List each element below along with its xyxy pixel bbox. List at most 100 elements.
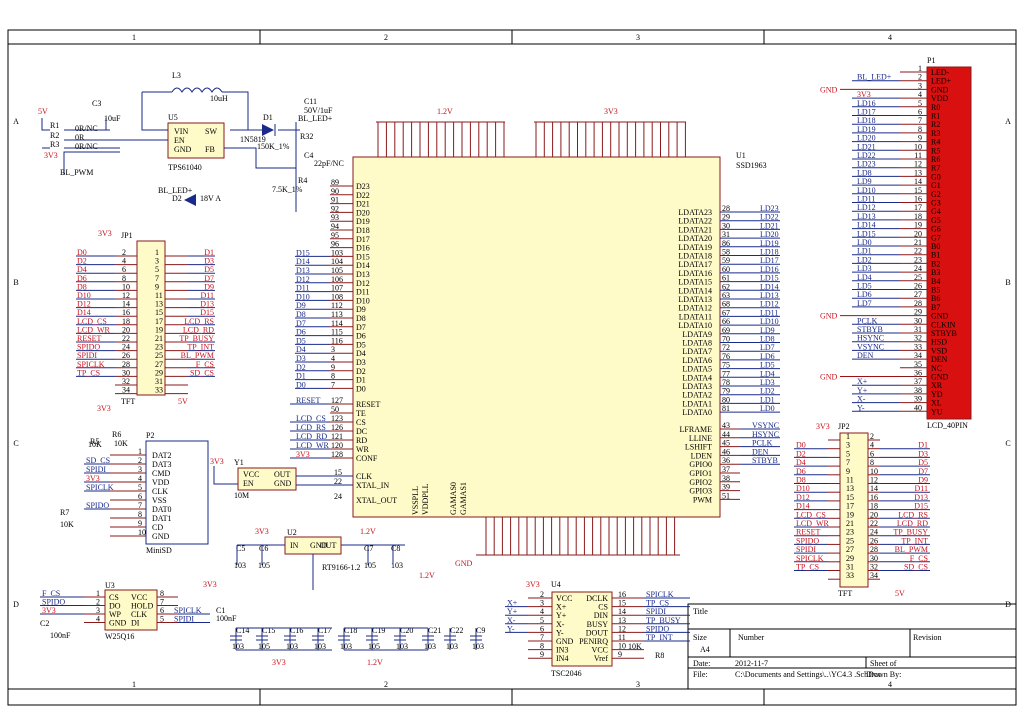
u4-net-Y-: Y- (507, 624, 515, 633)
p1-net-STBYB: STBYB (857, 325, 883, 334)
r7-ref: R7 (60, 508, 69, 517)
jp1-part: TFT (121, 397, 135, 406)
u1-pin-LDATA7: LDATA7 (682, 347, 712, 356)
y1-vcc: VCC (243, 470, 259, 479)
jp2-pin-21: 21 (846, 519, 854, 528)
l3-val: 10uH (210, 94, 228, 103)
r4-ref: R4 (298, 176, 307, 185)
p2-ref: P2 (146, 431, 154, 440)
file-value: C:\Documents and Settings\..\YC4.3 .SchD… (735, 670, 882, 679)
jp2-pin-14: 14 (870, 484, 878, 493)
p1-pinnum-23: 23 (914, 255, 922, 264)
u2-part: RT9166-1.2 (322, 563, 360, 572)
p2-pinnum-3: 3 (138, 465, 142, 474)
u1-pinnum-72: 72 (722, 343, 730, 352)
net-LD16: LD16 (760, 265, 779, 274)
p1-pin-R3: R3 (931, 129, 940, 138)
p2-pinnum-7: 7 (138, 501, 142, 510)
u4-pinnum-9: 9 (618, 650, 622, 659)
p1-pin-CLKIN: CLKIN (931, 320, 956, 329)
u1-pin-D21: D21 (356, 200, 370, 209)
u1-pin-D9: D9 (356, 305, 366, 314)
p1-pin-B0: B0 (931, 242, 940, 251)
net-VSYNC: VSYNC (752, 421, 779, 430)
u1-pin-D16: D16 (356, 244, 370, 253)
zone-row-right-1: B (1005, 278, 1010, 287)
p1-pinnum-33: 33 (914, 342, 922, 351)
sheet-label: Sheet of (870, 659, 897, 668)
u1-pin-D14: D14 (356, 261, 370, 270)
p2-pin-CD: CD (152, 523, 163, 532)
u1-pinnum-103: 103 (331, 248, 343, 257)
p1-pinnum-12: 12 (914, 160, 922, 169)
p1-pinnum-31: 31 (914, 325, 922, 334)
size-value: A4 (700, 645, 710, 654)
u1-pinnum-58: 58 (722, 248, 730, 257)
u1-pin-LDATA0: LDATA0 (682, 408, 712, 417)
p1-pinnum-7: 7 (918, 116, 922, 125)
u1-pin-D17: D17 (356, 235, 370, 244)
net-D3: D3 (296, 354, 306, 363)
cap-C22: C22 (450, 626, 463, 635)
u1-pinnum-107: 107 (331, 284, 343, 293)
u5-pin-gnd: GND (174, 145, 192, 154)
p1-net-LD4: LD4 (857, 273, 872, 282)
p2-pinnum-2: 2 (138, 456, 142, 465)
zone-col-bottom-1: 1 (132, 680, 136, 689)
net-3v3: 3V3 (44, 151, 58, 160)
jp2-pin-23: 23 (846, 528, 854, 537)
jp2-pin-12: 12 (870, 476, 878, 485)
p1-pin-VDD: VDD (931, 94, 949, 103)
jp2-pin-28: 28 (870, 545, 878, 554)
u1-pinnum-29: 29 (722, 213, 730, 222)
u1-pinnum-31: 31 (722, 230, 730, 239)
p1-pinnum-16: 16 (914, 195, 922, 204)
jp2-pin-7: 7 (846, 458, 850, 467)
p1-pinnum-32: 32 (914, 334, 922, 343)
u4-3v3: 3V3 (526, 580, 540, 589)
u4-pin-Vref-9: Vref (594, 654, 609, 663)
net-D2: D2 (296, 363, 306, 372)
net-LD21: LD21 (760, 221, 779, 230)
jp2-net-D0: D0 (796, 441, 806, 450)
u1-pinnum-44: 44 (722, 430, 730, 439)
p2-pin-DAT2: DAT2 (152, 451, 172, 460)
p1-pinnum-11: 11 (914, 151, 922, 160)
zone-col-bottom-3: 3 (636, 680, 640, 689)
jp2-net-D10: D10 (796, 484, 810, 493)
c3-ref: C3 (92, 99, 101, 108)
net-D4: D4 (296, 345, 306, 354)
jp2-pin-31: 31 (846, 563, 854, 572)
u1-pinnum-28: 28 (722, 204, 730, 213)
u1-pin-LDATA16: LDATA16 (678, 269, 712, 278)
jp2-pin-1: 1 (846, 432, 850, 441)
net-LD0: LD0 (760, 404, 775, 413)
p1-pin-G1: G1 (931, 181, 941, 190)
u1-pin-D22: D22 (356, 191, 370, 200)
p1-net-HSYNC: HSYNC (857, 334, 884, 343)
p1-pinnum-26: 26 (914, 282, 922, 291)
p1-pin-XR: XR (931, 381, 943, 390)
jp2-pin-24: 24 (870, 528, 878, 537)
jp2-ref: JP2 (838, 422, 850, 431)
p1-net-LD11: LD11 (857, 195, 875, 204)
net-LD20: LD20 (760, 230, 779, 239)
u1-pin-GPIO2: GPIO2 (689, 478, 712, 487)
u1-pinnum-70: 70 (722, 335, 730, 344)
jp2-net-SPIDI: SPIDI (796, 545, 816, 554)
net-LD4: LD4 (760, 369, 775, 378)
u1-pin-GPIO3: GPIO3 (689, 487, 712, 496)
u1-pinnum-50: 50 (331, 405, 339, 414)
p1-pin-G3: G3 (931, 199, 941, 208)
jp2-pin-18: 18 (870, 502, 878, 511)
p1-lcd-connector: P1 LCD_40PIN 1 LED- 2 LED+ BL_LED+ 3 GND GND 4 VD… (820, 56, 972, 430)
y1-ref: Y1 (234, 458, 244, 467)
u3-ref: U3 (105, 581, 115, 590)
p1-pinnum-4: 4 (918, 90, 922, 99)
u1-pin-D13: D13 (356, 270, 370, 279)
p1-pin-GND: GND (931, 312, 949, 321)
cap-C21: C21 (428, 626, 441, 635)
d2-diode-icon (184, 194, 196, 206)
r6-val: 10K (114, 439, 128, 448)
file-label: File: (693, 670, 708, 679)
